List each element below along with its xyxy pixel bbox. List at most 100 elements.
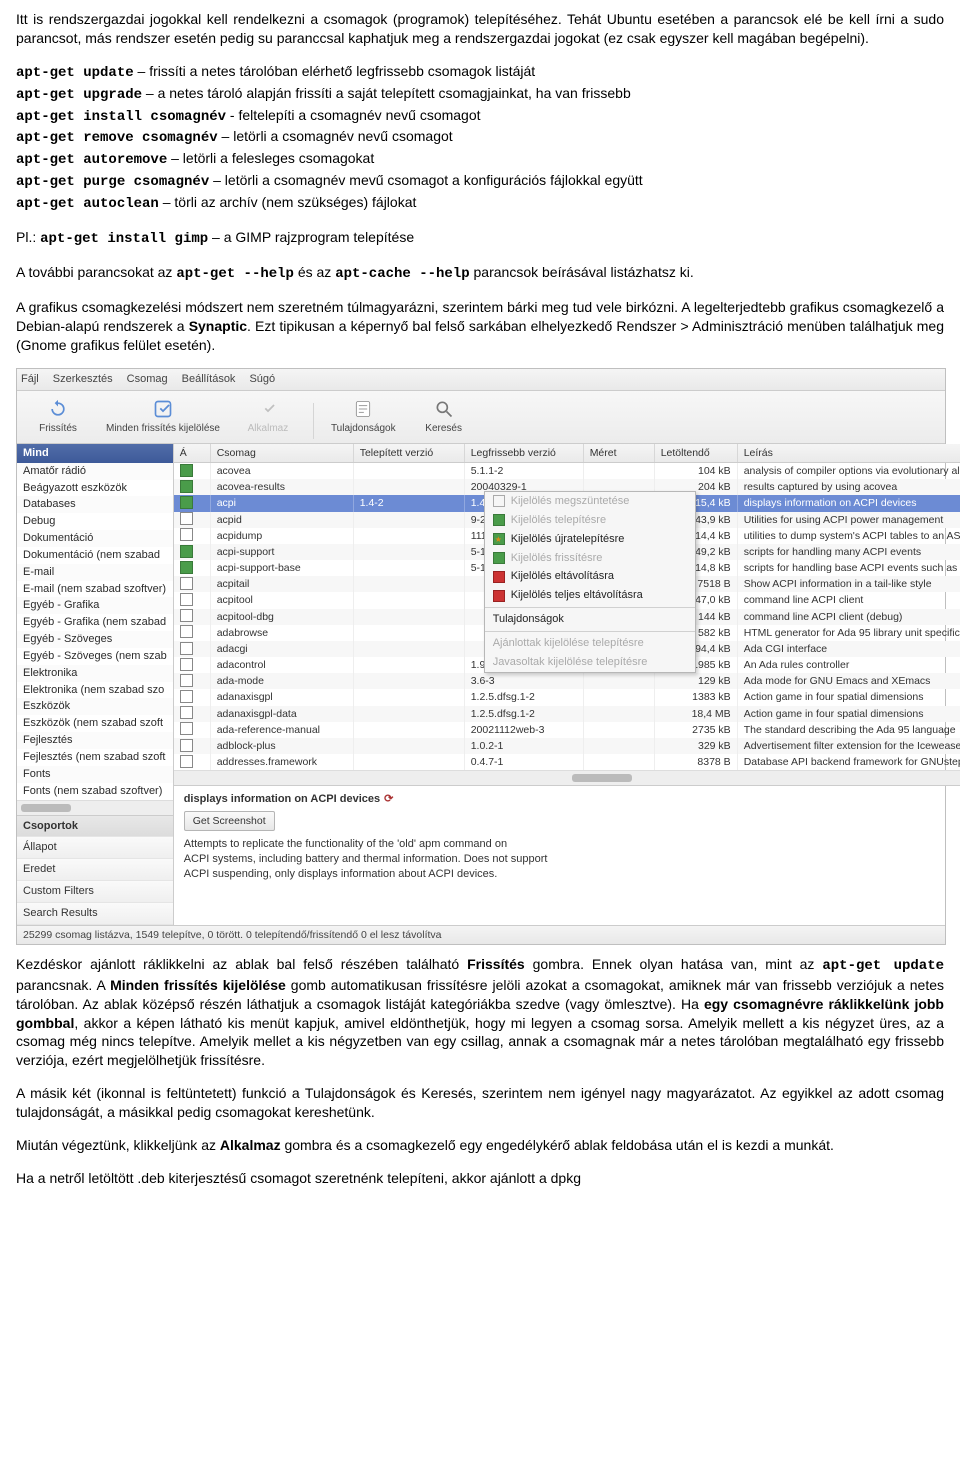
usage-paragraph-1: Kezdéskor ajánlott ráklikkelni az ablak … — [16, 955, 944, 1070]
synaptic-window: Fájl Szerkesztés Csomag Beállítások Súgó Fri… — [16, 368, 946, 944]
category-item[interactable]: Elektronika (nem szabad szo — [17, 682, 173, 699]
menu-item[interactable]: Súgó — [249, 373, 275, 385]
status-box-icon — [180, 577, 193, 590]
col-installed-ver[interactable]: Telepített verzió — [354, 444, 465, 462]
col-package[interactable]: Csomag — [211, 444, 354, 462]
category-item[interactable]: Egyéb - Grafika (nem szabad — [17, 614, 173, 631]
properties-button[interactable]: Tulajdonságok — [324, 395, 403, 439]
status-box-icon — [180, 690, 193, 703]
sidebar: Mind Amatőr rádióBeágyazott eszközökData… — [17, 444, 174, 925]
sidebar-button[interactable]: Eredet — [17, 859, 173, 881]
category-item[interactable]: Fonts — [17, 766, 173, 783]
category-item[interactable]: Beágyazott eszközök — [17, 480, 173, 497]
synaptic-intro: A grafikus csomagkezelési módszert nem s… — [16, 298, 944, 355]
table-row[interactable]: adblock-plus1.0.2-1329 kBAdvertisement f… — [174, 738, 960, 754]
status-box-icon — [180, 561, 193, 574]
properties-icon — [350, 398, 376, 420]
sidebar-button[interactable]: Custom Filters — [17, 881, 173, 903]
category-item[interactable]: Egyéb - Szöveges (nem szab — [17, 648, 173, 665]
category-item[interactable]: Fejlesztés (nem szabad szoft — [17, 749, 173, 766]
context-menu-item: Kijelölés megszüntetése — [485, 492, 695, 511]
context-menu-item[interactable]: Kijelölés újratelepítésre — [485, 530, 695, 549]
section-header[interactable]: Mind — [17, 444, 173, 463]
intro-paragraph: Itt is rendszergazdai jogokkal kell rend… — [16, 10, 944, 48]
category-item[interactable]: Egyéb - Grafika — [17, 597, 173, 614]
mark-all-button[interactable]: Minden frissítés kijelölése — [99, 395, 227, 439]
refresh-icon — [45, 398, 71, 420]
table-row[interactable]: adanaxisgpl-data1.2.5.dfsg.1-218,4 MBAct… — [174, 706, 960, 722]
col-size[interactable]: Méret — [584, 444, 655, 462]
menu-item[interactable]: Szerkesztés — [53, 373, 113, 385]
sidebar-button[interactable]: Állapot — [17, 837, 173, 859]
category-item[interactable]: E-mail (nem szabad szoftver) — [17, 581, 173, 598]
get-screenshot-button[interactable]: Get Screenshot — [184, 811, 275, 831]
usage-paragraph-4: Ha a netről letöltött .deb kiterjesztésű… — [16, 1169, 944, 1188]
status-box-icon — [180, 722, 193, 735]
table-row[interactable]: acovea5.1.1-2104 kBanalysis of compiler … — [174, 463, 960, 479]
status-box-icon — [180, 496, 193, 509]
package-table-header[interactable]: Á Csomag Telepített verzió Legfrissebb v… — [174, 444, 960, 463]
detail-title: displays information on ACPI devices⟳ — [184, 792, 960, 807]
main-panel: Á Csomag Telepített verzió Legfrissebb v… — [174, 444, 960, 925]
mark-all-icon — [150, 398, 176, 420]
search-button[interactable]: Keresés — [409, 395, 479, 439]
sidebar-h-scroll[interactable] — [17, 800, 173, 815]
category-item[interactable]: Amatőr rádió — [17, 463, 173, 480]
category-item[interactable]: Debug — [17, 513, 173, 530]
category-item[interactable]: Dokumentáció — [17, 530, 173, 547]
table-row[interactable]: adanaxisgpl1.2.5.dfsg.1-21383 kBAction g… — [174, 689, 960, 705]
status-box-icon — [180, 739, 193, 752]
col-download[interactable]: Letöltendő — [655, 444, 738, 462]
sidebar-filter-buttons: CsoportokÁllapotEredetCustom FiltersSear… — [17, 815, 173, 925]
sidebar-button[interactable]: Csoportok — [17, 816, 173, 838]
context-menu-item: Javasoltak kijelölése telepítésre — [485, 653, 695, 672]
context-menu-item[interactable]: Tulajdonságok — [485, 610, 695, 629]
table-row[interactable]: ada-mode3.6-3129 kBAda mode for GNU Emac… — [174, 673, 960, 689]
col-latest-ver[interactable]: Legfrissebb verzió — [465, 444, 584, 462]
refresh-button[interactable]: Frissítés — [23, 395, 93, 439]
status-box-icon — [180, 658, 193, 671]
category-item[interactable]: Fejlesztés — [17, 732, 173, 749]
category-item[interactable]: Fonts (nem szabad szoftver) — [17, 783, 173, 800]
status-box-icon — [180, 609, 193, 622]
category-item[interactable]: Eszközök — [17, 698, 173, 715]
detail-pane: displays information on ACPI devices⟳ Ge… — [174, 785, 960, 888]
category-list[interactable]: Amatőr rádióBeágyazott eszközökDatabases… — [17, 463, 173, 800]
category-item[interactable]: Eszközök (nem szabad szoft — [17, 715, 173, 732]
menu-bar[interactable]: Fájl Szerkesztés Csomag Beállítások Súgó — [17, 369, 945, 391]
toolbar: FrissítésMinden frissítés kijelöléseAlka… — [17, 391, 945, 444]
table-row[interactable]: addresses.framework0.4.7-18378 BDatabase… — [174, 754, 960, 770]
col-a[interactable]: Á — [174, 444, 211, 462]
status-box-icon — [180, 755, 193, 768]
category-item[interactable]: Egyéb - Szöveges — [17, 631, 173, 648]
apt-command-list: apt-get update – frissíti a netes tároló… — [16, 62, 944, 214]
menu-item[interactable]: Fájl — [21, 373, 39, 385]
category-item[interactable]: E-mail — [17, 564, 173, 581]
context-menu[interactable]: Kijelölés megszüntetéseKijelölés telepít… — [484, 491, 696, 673]
context-menu-item: Kijelölés frissítésre — [485, 549, 695, 568]
reload-icon[interactable]: ⟳ — [384, 792, 393, 807]
status-box-icon — [180, 674, 193, 687]
category-item[interactable]: Dokumentáció (nem szabad — [17, 547, 173, 564]
apply-icon — [255, 398, 281, 420]
col-description[interactable]: Leírás — [738, 444, 960, 462]
usage-paragraph-3: Miután végeztünk, klikkeljünk az Alkalma… — [16, 1136, 944, 1155]
menu-item[interactable]: Csomag — [127, 373, 168, 385]
example-paragraph: Pl.: apt-get install gimp – a GIMP rajzp… — [16, 228, 944, 249]
sidebar-button[interactable]: Search Results — [17, 903, 173, 925]
context-menu-item: Kijelölés telepítésre — [485, 511, 695, 530]
status-box-icon — [180, 464, 193, 477]
context-menu-item[interactable]: Kijelölés teljes eltávolításra — [485, 586, 695, 605]
apply-button: Alkalmaz — [233, 395, 303, 439]
context-menu-item[interactable]: Kijelölés eltávolításra — [485, 567, 695, 586]
status-bar: 25299 csomag listázva, 1549 telepítve, 0… — [17, 925, 945, 944]
menu-item[interactable]: Beállítások — [182, 373, 236, 385]
category-item[interactable]: Elektronika — [17, 665, 173, 682]
status-box-icon — [180, 625, 193, 638]
category-item[interactable]: Databases — [17, 496, 173, 513]
status-box-icon — [180, 706, 193, 719]
status-box-icon — [180, 512, 193, 525]
table-row[interactable]: ada-reference-manual20021112web-32735 kB… — [174, 722, 960, 738]
main-h-scroll[interactable] — [174, 770, 960, 785]
status-box-icon — [180, 480, 193, 493]
